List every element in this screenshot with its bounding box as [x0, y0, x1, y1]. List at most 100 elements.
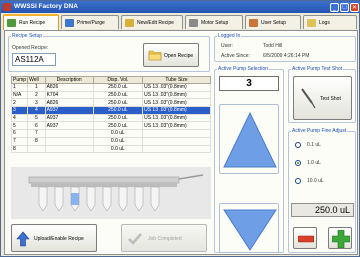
minimize-button[interactable]: _ — [330, 2, 339, 12]
arrow-down-icon — [223, 209, 277, 251]
tab-logs[interactable]: Logs — [303, 15, 357, 29]
opened-recipe-label: Opened Recipe: — [12, 45, 49, 51]
app-window: WWSSI Factory DNA _ □ ✕ Run Recipe Prime… — [0, 0, 360, 257]
cell-disp-vol: 0.0 uL — [92, 144, 144, 154]
table-row[interactable]: 2 3 A826 250.0 uL US 13 .03"(0.8mm) — [10, 98, 211, 108]
table-row[interactable]: 6 7 0.0 uL — [10, 129, 211, 138]
table-row[interactable]: N/A 2 K704 250.0 uL US 13 .03"(0.8mm) — [10, 90, 211, 100]
col-header-description[interactable]: Description — [44, 76, 94, 84]
cell-disp-vol: 250.0 uL — [92, 106, 144, 115]
cell-well: 7 — [27, 129, 46, 138]
tab-bar: Run Recipe Prime/Purge New/Edit Recipe M… — [3, 14, 359, 30]
cell-disp-vol: 250.0 uL — [92, 113, 144, 123]
test-shot-title: Active Pump Test Shot — [291, 66, 344, 72]
active-since-value: 6/5/2009 4:26:14 PM — [263, 53, 310, 59]
decrease-button[interactable] — [293, 227, 317, 249]
user-value: Todd Hill — [263, 43, 283, 49]
pump-down-button[interactable] — [219, 203, 279, 253]
tab-run-recipe[interactable]: Run Recipe — [3, 14, 59, 30]
cell-disp-vol: 250.0 uL — [92, 83, 144, 92]
upload-arrow-icon — [16, 231, 30, 247]
cell-well: 2 — [27, 90, 46, 100]
test-shot-label: Test Shot — [320, 96, 341, 102]
cell-disp-vol: 250.0 uL — [92, 98, 144, 108]
fine-adjust-display: 250.0 uL — [291, 203, 354, 217]
table-row[interactable]: 8 0.0 uL — [10, 144, 211, 154]
logs-icon — [307, 19, 316, 27]
job-completed-label: Job Completed — [148, 236, 182, 242]
cell-tube-size — [142, 136, 211, 146]
maximize-button[interactable]: □ — [340, 2, 349, 12]
col-header-disp-vol[interactable]: Disp. Vol. — [92, 76, 144, 84]
col-header-pump[interactable]: Pump — [10, 76, 29, 84]
run-recipe-panel: Recipe Setup Opened Recipe: AS112A Open … — [4, 30, 358, 255]
radio-0-1[interactable] — [295, 142, 301, 148]
cell-well: 4 — [27, 106, 46, 115]
syringe-icon — [301, 88, 316, 109]
radio-10-0[interactable] — [295, 178, 301, 184]
upload-enable-recipe-button[interactable]: Upload/Enable Recipe — [11, 224, 97, 252]
radio-1-0-label: 1.0 uL — [307, 160, 321, 166]
tab-user-setup[interactable]: User Setup — [245, 15, 301, 29]
tab-label: User Setup — [261, 20, 287, 26]
cell-well: 8 — [27, 136, 46, 146]
active-since-label: Active Since: — [221, 53, 250, 59]
cell-description — [44, 129, 94, 138]
cell-description: A826 — [44, 98, 94, 108]
table-row[interactable]: 7 8 0.0 uL — [10, 136, 211, 146]
test-shot-group: Active Pump Test Shot Test Shot — [288, 66, 356, 123]
table-row-selected[interactable]: 3 4 A937 250.0 uL US 13 .03"(0.8mm) — [10, 106, 211, 115]
folder-icon — [148, 50, 162, 61]
job-completed-button[interactable]: Job Completed — [121, 224, 207, 252]
test-shot-button[interactable]: Test Shot — [293, 76, 352, 120]
fine-adjust-group: Active Pump Fine Adjust 0.1 uL 1.0 uL 10… — [288, 128, 356, 253]
col-header-well[interactable]: Well — [27, 76, 46, 84]
arrow-up-icon — [223, 111, 277, 168]
pump-up-button[interactable] — [219, 104, 279, 174]
table-header-row: Pump Well Description Disp. Vol. Tube Si… — [10, 76, 211, 84]
tab-prime-purge[interactable]: Prime/Purge — [61, 15, 119, 29]
increase-button[interactable] — [328, 227, 352, 249]
recipe-table[interactable]: Pump Well Description Disp. Vol. Tube Si… — [10, 76, 211, 154]
cell-tube-size: US 13 .03"(0.8mm) — [142, 113, 211, 123]
recipe-setup-title: Recipe Setup — [11, 33, 44, 39]
cell-description: A937 — [44, 106, 94, 115]
title-bar: WWSSI Factory DNA _ □ ✕ — [1, 1, 359, 13]
table-row[interactable]: 5 6 A937 250.0 uL US 13 .03"(0.8mm) — [10, 121, 211, 131]
tab-motor-setup[interactable]: Motor Setup — [185, 15, 243, 29]
col-header-tube-size[interactable]: Tube Size — [142, 76, 211, 84]
cell-well: 3 — [27, 98, 46, 108]
table-row[interactable]: 4 5 A937 250.0 uL US 13 .03"(0.8mm) — [10, 113, 211, 123]
open-recipe-button[interactable]: Open Recipe — [143, 43, 199, 67]
checkmark-icon — [128, 233, 142, 245]
tab-label: New/Edit Recipe — [137, 20, 174, 26]
cell-tube-size — [142, 129, 211, 138]
fine-adjust-option-10-0[interactable]: 10.0 uL — [295, 177, 345, 185]
edit-recipe-icon — [125, 19, 134, 27]
cell-disp-vol: 250.0 uL — [92, 121, 144, 131]
cell-well: 1 — [27, 83, 46, 92]
cell-description — [44, 144, 94, 154]
cell-well: 5 — [27, 113, 46, 123]
cell-pump: 4 — [10, 113, 29, 123]
cell-description — [44, 136, 94, 146]
table-row[interactable]: 1 1 A826 250.0 uL US 13 .03"(0.8mm) — [10, 83, 211, 92]
active-pump-selection-title: Active Pump Selection — [217, 66, 270, 72]
opened-recipe-value: AS112A — [15, 55, 44, 64]
user-label: User: — [221, 43, 233, 49]
prime-purge-icon — [65, 19, 74, 27]
cell-pump: 8 — [10, 144, 29, 154]
minus-icon — [298, 235, 314, 243]
tab-new-edit-recipe[interactable]: New/Edit Recipe — [121, 15, 183, 29]
fine-adjust-option-0-1[interactable]: 0.1 uL — [295, 141, 345, 149]
logged-in-title: Logged In — [217, 33, 242, 39]
motor-setup-icon — [189, 19, 198, 27]
recipe-setup-group: Recipe Setup Opened Recipe: AS112A Open … — [8, 33, 210, 72]
cell-well — [27, 144, 46, 154]
close-button[interactable]: ✕ — [350, 2, 359, 12]
fine-adjust-option-1-0[interactable]: 1.0 uL — [295, 159, 345, 167]
active-pump-display: 3 — [219, 76, 279, 91]
cell-tube-size: US 13 .03"(0.8mm) — [142, 83, 211, 92]
radio-1-0[interactable] — [295, 160, 301, 166]
cell-disp-vol: 250.0 uL — [92, 90, 144, 100]
